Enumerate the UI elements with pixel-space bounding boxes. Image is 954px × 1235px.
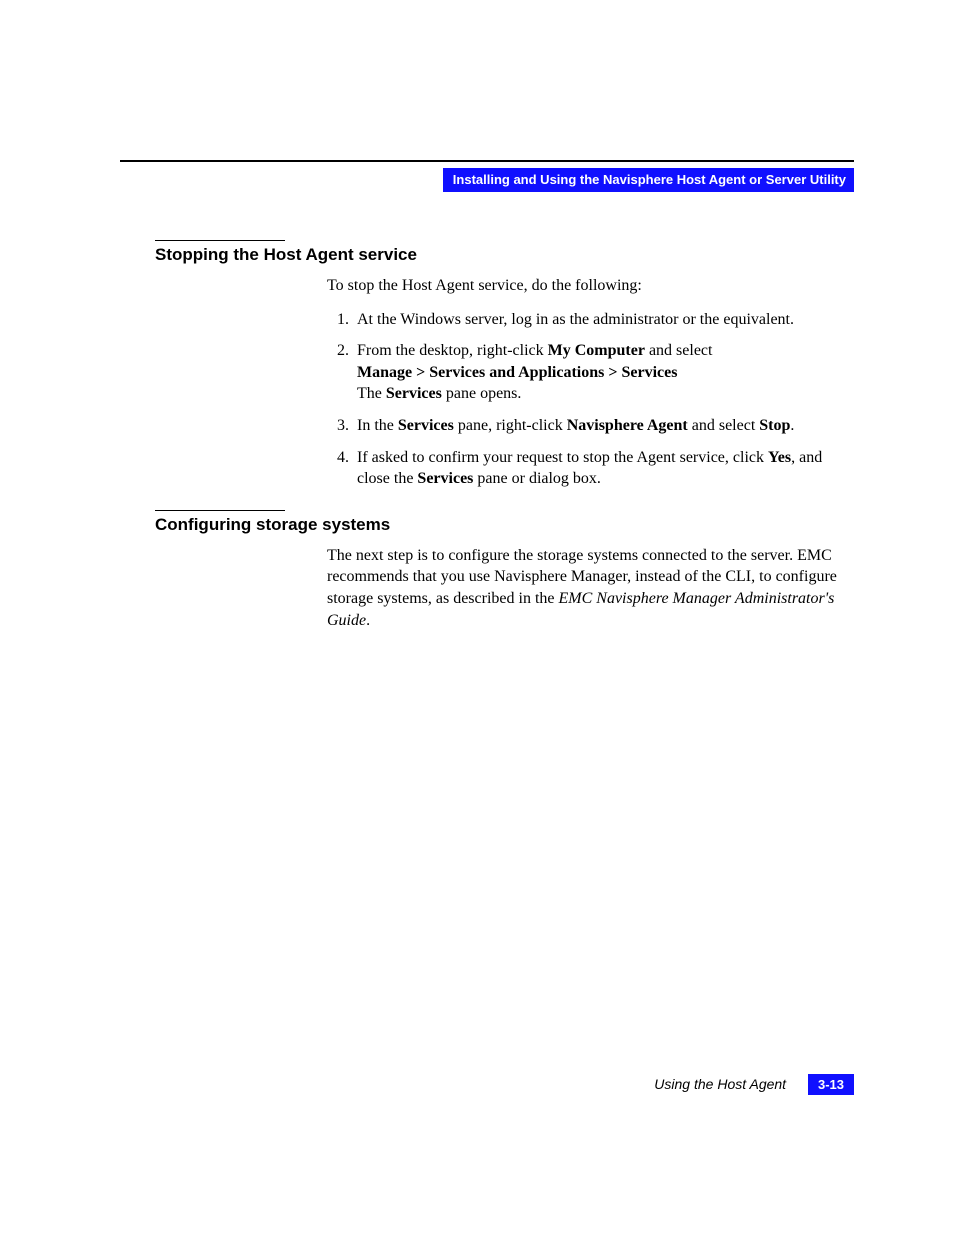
page: Installing and Using the Navisphere Host… xyxy=(0,0,954,1235)
step-item: From the desktop, right-click My Compute… xyxy=(353,340,854,405)
content-area: Stopping the Host Agent service To stop … xyxy=(155,220,854,643)
step-item: In the Services pane, right-click Navisp… xyxy=(353,415,854,437)
section-body: The next step is to configure the storag… xyxy=(327,545,854,631)
header-chapter-bar: Installing and Using the Navisphere Host… xyxy=(443,168,854,192)
section-intro: To stop the Host Agent service, do the f… xyxy=(327,275,854,297)
steps-list: At the Windows server, log in as the adm… xyxy=(327,309,854,490)
footer-section-label: Using the Host Agent xyxy=(654,1076,786,1092)
section-heading-configuring: Configuring storage systems xyxy=(155,510,285,535)
step-item: At the Windows server, log in as the adm… xyxy=(353,309,854,331)
step-item: If asked to confirm your request to stop… xyxy=(353,447,854,490)
footer-page-number: 3-13 xyxy=(808,1074,854,1095)
page-footer: Using the Host Agent 3-13 xyxy=(654,1074,854,1095)
header-rule xyxy=(120,160,854,162)
section-heading-stopping: Stopping the Host Agent service xyxy=(155,240,285,265)
